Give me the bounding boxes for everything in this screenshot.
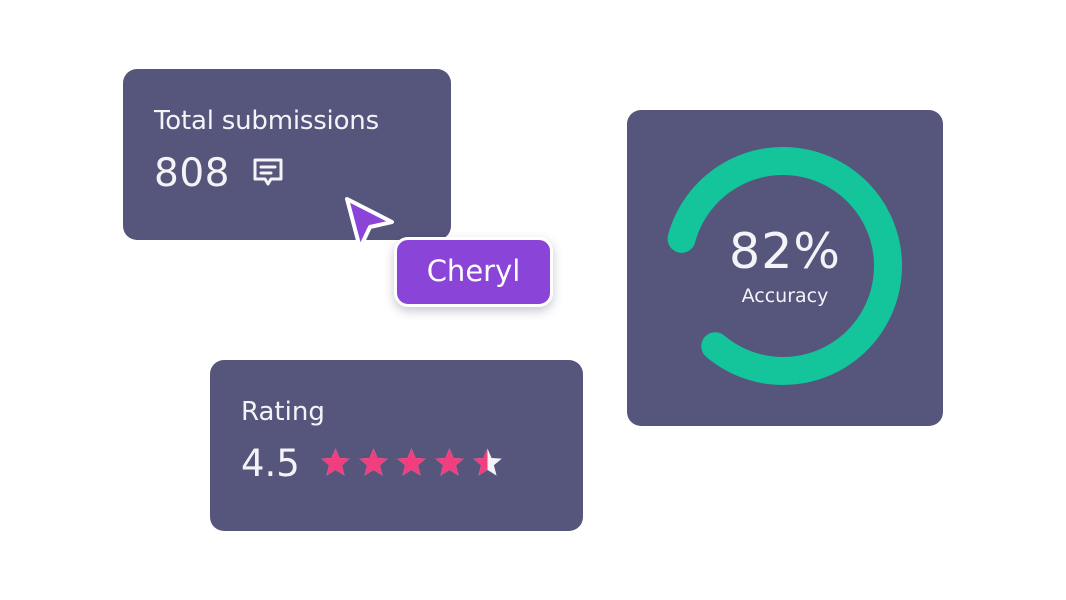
cursor-arrow-icon	[345, 197, 394, 250]
star-half-icon	[473, 448, 502, 476]
submissions-label: Total submissions	[154, 106, 379, 136]
submissions-value: 808	[154, 151, 230, 196]
star-filled-icon	[359, 448, 388, 476]
accuracy-percent: 82%	[729, 223, 841, 280]
rating-label: Rating	[241, 397, 325, 427]
submissions-card: Total submissions 808	[123, 69, 451, 240]
rating-stars	[319, 447, 504, 479]
accuracy-card: 82% Accuracy	[627, 110, 943, 426]
star-filled-icon	[435, 448, 464, 476]
star-filled-icon	[321, 448, 350, 476]
rating-value: 4.5	[241, 442, 300, 485]
star-filled-icon	[397, 448, 426, 476]
collaborator-name-badge: Cheryl	[394, 237, 553, 307]
message-icon	[253, 158, 283, 186]
rating-card: Rating 4.5	[210, 360, 583, 531]
accuracy-label: Accuracy	[741, 285, 829, 307]
